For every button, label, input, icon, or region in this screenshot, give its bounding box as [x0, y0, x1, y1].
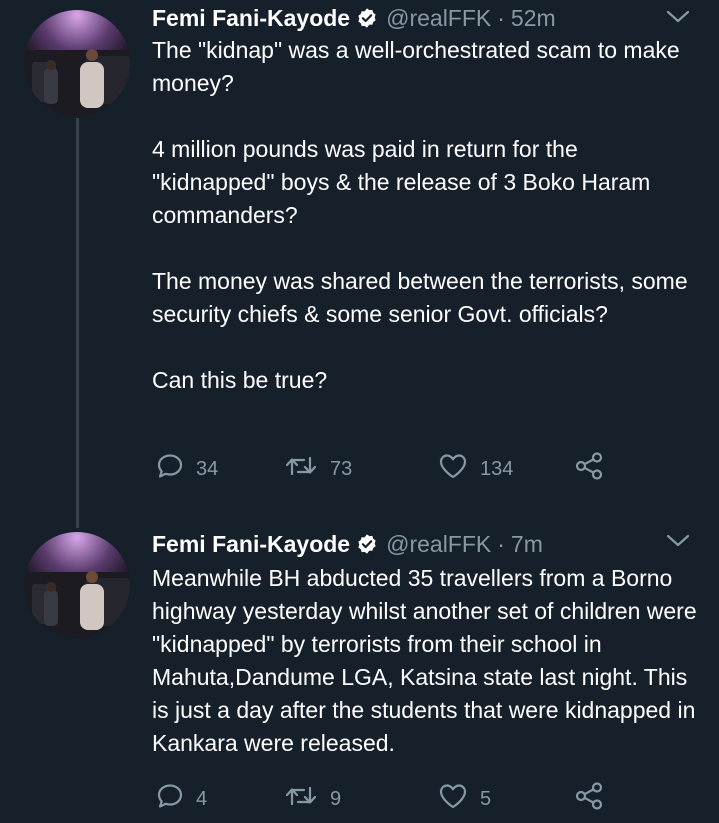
share-button[interactable] — [574, 782, 604, 816]
verified-badge-icon — [356, 7, 378, 29]
chevron-down-icon[interactable] — [665, 8, 691, 31]
share-button[interactable] — [574, 452, 604, 486]
reply-button[interactable]: 34 — [156, 452, 218, 486]
tweet-paragraph: Can this be true? — [152, 367, 328, 393]
retweet-count: 73 — [330, 457, 353, 480]
heart-icon — [438, 452, 468, 486]
handle[interactable]: @realFFK — [386, 5, 491, 32]
separator-dot: · — [497, 4, 505, 31]
reply-count: 4 — [196, 787, 208, 810]
handle[interactable]: @realFFK — [386, 531, 491, 558]
tweet-header: Femi Fani-Kayode @realFFK · 52m — [152, 2, 556, 34]
tweet-text: The "kidnap" was a well-orchestrated sca… — [152, 34, 702, 397]
timestamp[interactable]: 7m — [511, 531, 543, 558]
avatar[interactable] — [24, 532, 130, 638]
tweet-paragraph: The money was shared between the terrori… — [152, 268, 688, 327]
verified-badge-icon — [356, 533, 378, 555]
like-count: 5 — [480, 787, 492, 810]
retweet-count: 9 — [330, 787, 342, 810]
like-count: 134 — [480, 457, 514, 480]
tweet[interactable]: Femi Fani-Kayode @realFFK · 7m Meanwhile… — [0, 520, 719, 823]
reply-count: 34 — [196, 457, 219, 480]
retweet-button[interactable]: 9 — [284, 782, 341, 816]
separator-dot: · — [497, 530, 505, 557]
reply-button[interactable]: 4 — [156, 782, 207, 816]
timestamp[interactable]: 52m — [511, 5, 556, 32]
share-icon — [574, 781, 604, 817]
display-name[interactable]: Femi Fani-Kayode — [152, 531, 350, 558]
tweet-text: Meanwhile BH abducted 35 travellers from… — [152, 562, 702, 760]
retweet-icon — [284, 782, 318, 816]
avatar[interactable] — [24, 10, 130, 116]
tweet-actions: 4 9 5 — [156, 782, 636, 816]
like-button[interactable]: 134 — [438, 452, 513, 486]
like-button[interactable]: 5 — [438, 782, 491, 816]
tweet-header: Femi Fani-Kayode @realFFK · 7m — [152, 528, 543, 560]
share-icon — [574, 451, 604, 487]
retweet-button[interactable]: 73 — [284, 452, 352, 486]
chevron-down-icon[interactable] — [665, 532, 691, 555]
tweet-paragraph: The "kidnap" was a well-orchestrated sca… — [152, 37, 680, 96]
tweet-paragraph: 4 million pounds was paid in return for … — [152, 136, 651, 228]
heart-icon — [438, 782, 468, 816]
tweet-paragraph: Meanwhile BH abducted 35 travellers from… — [152, 565, 697, 756]
tweet-actions: 34 73 134 — [156, 452, 636, 486]
reply-icon — [156, 782, 184, 816]
tweet[interactable]: Femi Fani-Kayode @realFFK · 52m The "kid… — [0, 0, 719, 520]
display-name[interactable]: Femi Fani-Kayode — [152, 5, 350, 32]
reply-icon — [156, 452, 184, 486]
retweet-icon — [284, 452, 318, 486]
